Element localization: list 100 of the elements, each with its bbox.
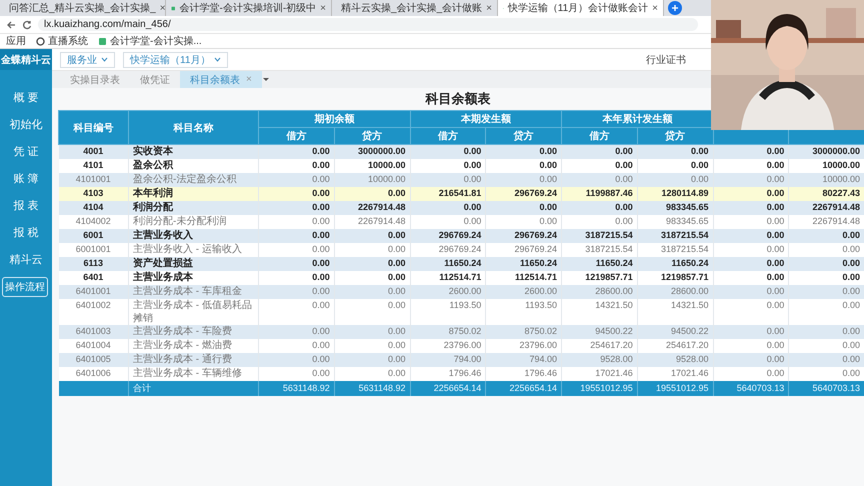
table-cell: 6001 bbox=[58, 229, 128, 243]
table-cell: 1796.46 bbox=[486, 367, 562, 381]
table-cell: 0.00 bbox=[788, 367, 864, 381]
table-cell: 11650.24 bbox=[410, 257, 486, 271]
column-group-header: 本年累计发生额 bbox=[562, 110, 713, 128]
address-field[interactable]: lx.kuaizhang.com/main_456/ bbox=[38, 18, 698, 31]
table-cell: 0.00 bbox=[788, 353, 864, 367]
nav-item[interactable]: 账 簿 bbox=[0, 165, 52, 192]
close-icon[interactable]: × bbox=[320, 2, 326, 14]
table-cell: 0.00 bbox=[258, 299, 334, 325]
table-cell: 0.00 bbox=[788, 271, 864, 285]
table-cell: 0.00 bbox=[334, 353, 410, 367]
bookmark[interactable]: 直播系统 bbox=[36, 34, 88, 48]
table-cell: 5631148.92 bbox=[334, 381, 410, 396]
nav-item[interactable]: 报 表 bbox=[0, 192, 52, 219]
table-cell: 3187215.54 bbox=[562, 229, 638, 243]
column-header: 借方 bbox=[410, 128, 486, 144]
globe-icon bbox=[36, 36, 45, 46]
nav-item[interactable]: 概 要 bbox=[0, 84, 52, 111]
table-cell: 6001001 bbox=[58, 243, 128, 257]
table-cell: 983345.65 bbox=[637, 215, 713, 229]
table-cell: 4101 bbox=[58, 159, 128, 173]
close-icon[interactable]: × bbox=[486, 2, 492, 14]
table-cell: 利润分配 bbox=[128, 201, 258, 215]
table-cell: 0.00 bbox=[713, 187, 789, 201]
table-cell: 17021.46 bbox=[562, 367, 638, 381]
table-cell: 2267914.48 bbox=[334, 215, 410, 229]
table-cell: 2600.00 bbox=[486, 285, 562, 299]
back-icon[interactable] bbox=[6, 20, 16, 30]
table-cell: 0.00 bbox=[562, 159, 638, 173]
company-dropdown[interactable]: 快学运输（11月） bbox=[123, 52, 228, 68]
table-cell: 10000.00 bbox=[788, 159, 864, 173]
column-header: 科目名称 bbox=[128, 110, 258, 144]
table-cell: 1796.46 bbox=[410, 367, 486, 381]
page-tab[interactable]: 科目余额表 × bbox=[180, 71, 262, 88]
close-icon[interactable]: × bbox=[246, 74, 252, 85]
table-cell: 0.00 bbox=[486, 215, 562, 229]
table-cell: 11650.24 bbox=[486, 257, 562, 271]
table-cell: 0.00 bbox=[713, 353, 789, 367]
table-cell: 0.00 bbox=[258, 159, 334, 173]
table-cell: 0.00 bbox=[334, 367, 410, 381]
certificate-link[interactable]: 行业证书 bbox=[646, 52, 686, 66]
table-cell: 0.00 bbox=[562, 173, 638, 187]
table-cell: 6401 bbox=[58, 271, 128, 285]
close-icon[interactable]: × bbox=[160, 2, 166, 14]
new-tab-button[interactable]: + bbox=[668, 1, 682, 15]
table-cell: 利润分配-未分配利润 bbox=[128, 215, 258, 229]
page-tab[interactable]: 做凭证 bbox=[130, 71, 180, 88]
table-cell: 0.00 bbox=[258, 285, 334, 299]
chevron-icon bbox=[101, 57, 108, 62]
table-cell: 4104002 bbox=[58, 215, 128, 229]
table-cell: 0.00 bbox=[258, 367, 334, 381]
table-cell: 10000.00 bbox=[788, 173, 864, 187]
close-icon[interactable]: × bbox=[652, 2, 658, 14]
table-cell: 1199887.46 bbox=[562, 187, 638, 201]
table-cell: 0.00 bbox=[788, 299, 864, 325]
table-cell: 94500.22 bbox=[562, 325, 638, 339]
table-cell: 80227.43 bbox=[788, 187, 864, 201]
nav-item[interactable]: 初始化 bbox=[0, 111, 52, 138]
table-cell: 6401004 bbox=[58, 339, 128, 353]
table-cell: 3000000.00 bbox=[788, 144, 864, 159]
table-cell: 9528.00 bbox=[562, 353, 638, 367]
table-cell: 0.00 bbox=[258, 201, 334, 215]
table-cell: 0.00 bbox=[788, 257, 864, 271]
table-cell: 0.00 bbox=[258, 243, 334, 257]
table-cell: 0.00 bbox=[486, 173, 562, 187]
table-cell: 0.00 bbox=[562, 201, 638, 215]
bookmark[interactable]: 会计学堂-会计实操... bbox=[98, 34, 202, 48]
table-cell: 4001 bbox=[58, 144, 128, 159]
table-cell: 主营业务成本 - 通行费 bbox=[128, 353, 258, 367]
table-cell: 0.00 bbox=[334, 299, 410, 325]
apps-bookmark[interactable]: 应用 bbox=[6, 34, 26, 48]
page-tab[interactable]: 实操目录表 bbox=[60, 71, 130, 88]
table-cell: 3000000.00 bbox=[334, 144, 410, 159]
table-cell: 0.00 bbox=[258, 173, 334, 187]
table-cell: 0.00 bbox=[410, 144, 486, 159]
tab-title: 问答汇总_精斗云实操_会计实操_ bbox=[9, 2, 156, 15]
table-cell: 0.00 bbox=[410, 201, 486, 215]
nav-item[interactable]: 凭 证 bbox=[0, 138, 52, 165]
nav-item[interactable]: 报 税 bbox=[0, 219, 52, 246]
table-cell: 0.00 bbox=[410, 215, 486, 229]
table-cell: 2267914.48 bbox=[788, 201, 864, 215]
column-header: 借方 bbox=[258, 128, 334, 144]
table-cell: 0.00 bbox=[334, 325, 410, 339]
table-cell: 2267914.48 bbox=[788, 215, 864, 229]
table-cell: 0.00 bbox=[334, 187, 410, 201]
industry-dropdown[interactable]: 服务业 bbox=[60, 52, 115, 68]
workflow-button[interactable]: 操作流程 bbox=[2, 277, 48, 297]
table-cell: 0.00 bbox=[334, 285, 410, 299]
nav-item[interactable]: 精斗云 bbox=[0, 246, 52, 273]
chevron-icon bbox=[214, 57, 222, 62]
table-cell: 8750.02 bbox=[486, 325, 562, 339]
column-header: 借方 bbox=[562, 128, 638, 144]
table-cell: 14321.50 bbox=[562, 299, 638, 325]
table-cell: 23796.00 bbox=[410, 339, 486, 353]
table-cell: 0.00 bbox=[713, 144, 789, 159]
reload-icon[interactable] bbox=[22, 20, 32, 30]
table-cell: 主营业务收入 - 运输收入 bbox=[128, 243, 258, 257]
browser-tab[interactable]: 快学运输（11月）会计做账会计 × bbox=[498, 0, 664, 16]
table-cell: 254617.20 bbox=[637, 339, 713, 353]
